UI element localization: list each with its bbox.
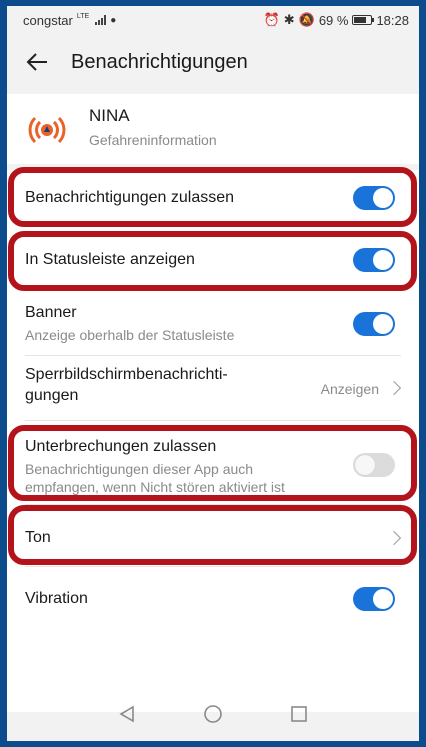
chat-icon: ● — [110, 14, 117, 26]
divider — [25, 566, 401, 567]
status-bar: congstar LTE ● ⏰ ✱ 🔕 69 % 18:28 — [7, 6, 419, 34]
bluetooth-icon: ✱ — [283, 12, 295, 27]
setting-label: Ton — [25, 529, 51, 546]
nav-back-button[interactable] — [116, 703, 138, 725]
setting-label-line2: gungen — [25, 387, 79, 404]
battery-icon — [352, 15, 375, 25]
setting-label: Banner — [25, 304, 77, 321]
setting-label-line1: Sperrbildschirmbenachrichti- — [25, 366, 228, 383]
app-name: NINA — [89, 106, 130, 125]
setting-label: Vibration — [25, 590, 88, 607]
network-type: LTE — [76, 12, 90, 20]
divider — [25, 420, 401, 421]
setting-description-line2: empfangen, wenn Nicht stören aktiviert i… — [25, 479, 285, 495]
banner-toggle[interactable] — [353, 312, 395, 336]
clock: 18:28 — [376, 12, 409, 28]
setting-vibration[interactable]: Vibration — [7, 570, 419, 626]
setting-allow-interruptions[interactable]: Unterbrechungen zulassen Benachrichtigun… — [7, 428, 419, 500]
app-bar: Benachrichtigungen — [7, 34, 419, 90]
interruptions-toggle[interactable] — [353, 453, 395, 477]
app-header: NINA Gefahreninformation — [7, 94, 419, 164]
settings-list: Benachrichtigungen zulassen In Statuslei… — [7, 170, 419, 712]
divider — [25, 231, 401, 232]
setting-label: Benachrichtigungen zulassen — [25, 189, 235, 206]
nina-app-icon — [28, 116, 66, 144]
chevron-right-icon — [386, 380, 402, 396]
setting-allow-notifications[interactable]: Benachrichtigungen zulassen — [7, 170, 419, 226]
setting-label: In Statusleiste anzeigen — [25, 251, 195, 268]
divider — [25, 355, 401, 356]
back-arrow-icon — [26, 53, 47, 71]
setting-description-line1: Benachrichtigungen dieser App auch — [25, 461, 254, 477]
alarm-icon: ⏰ — [263, 12, 280, 27]
nav-recents-button[interactable] — [288, 703, 310, 725]
phone-screen: congstar LTE ● ⏰ ✱ 🔕 69 % 18:28 Benachri… — [7, 6, 419, 741]
setting-description: Anzeige oberhalb der Statusleiste — [25, 327, 235, 343]
setting-lockscreen-notifications[interactable]: Sperrbildschirmbenachrichti- gungen Anze… — [7, 358, 419, 418]
battery-percent: 69 % — [318, 12, 349, 28]
circle-home-icon — [204, 705, 222, 723]
setting-sound[interactable]: Ton — [7, 506, 419, 562]
square-recents-icon — [291, 706, 307, 722]
carrier-label: congstar — [23, 12, 73, 28]
setting-value: Anzeigen — [320, 381, 379, 397]
vibration-toggle[interactable] — [353, 587, 395, 611]
triangle-back-icon — [119, 705, 134, 723]
nav-home-button[interactable] — [202, 703, 224, 725]
app-subtitle: Gefahreninformation — [89, 132, 217, 148]
page-title: Benachrichtigungen — [71, 50, 248, 73]
chevron-right-icon — [386, 530, 402, 546]
divider — [25, 504, 401, 505]
signal-icon — [95, 15, 107, 25]
allow-notifications-toggle[interactable] — [353, 186, 395, 210]
statusbar-toggle[interactable] — [353, 248, 395, 272]
setting-banner[interactable]: Banner Anzeige oberhalb der Statusleiste — [7, 294, 419, 354]
back-button[interactable] — [15, 40, 59, 84]
mute-icon: 🔕 — [298, 12, 315, 27]
setting-label: Unterbrechungen zulassen — [25, 438, 217, 455]
system-nav-bar — [7, 696, 419, 732]
setting-show-in-statusbar[interactable]: In Statusleiste anzeigen — [7, 234, 419, 290]
